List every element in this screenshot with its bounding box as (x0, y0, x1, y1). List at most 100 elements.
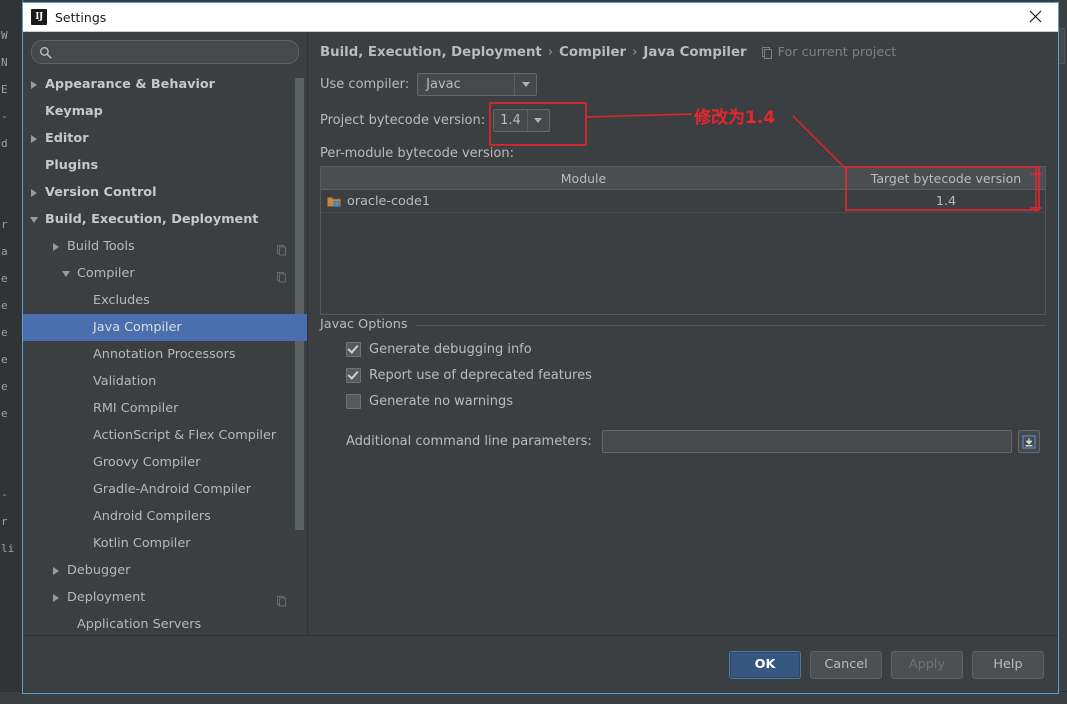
checkbox-report-use-of-deprecated-features[interactable] (346, 367, 361, 383)
breadcrumb-part-0[interactable]: Build, Execution, Deployment (320, 45, 542, 60)
chevron-right-icon[interactable] (51, 592, 62, 603)
checkbox-generate-debugging-info[interactable] (346, 341, 361, 357)
checkbox-row[interactable]: Generate debugging info (346, 336, 1046, 362)
sidebar-item-version-control[interactable]: Version Control (23, 179, 307, 206)
cell-target-bytecode[interactable]: 1.4 (847, 190, 1045, 212)
sidebar-item-annotation-processors[interactable]: Annotation Processors (23, 341, 307, 368)
sidebar-item-label: Gradle-Android Compiler (93, 482, 252, 497)
sidebar-item-validation[interactable]: Validation (23, 368, 307, 395)
cell-target-bytecode-label: 1.4 (935, 193, 957, 209)
sidebar-item-label: Version Control (45, 185, 157, 200)
sidebar-item-plugins[interactable]: Plugins (23, 152, 307, 179)
copy-settings-icon[interactable] (277, 241, 287, 256)
search-input[interactable] (57, 43, 298, 61)
sidebar-item-label: Groovy Compiler (93, 455, 201, 470)
sidebar-item-editor[interactable]: Editor (23, 125, 307, 152)
javac-checkbox-list: Generate debugging info Report use of dep… (346, 336, 1046, 414)
breadcrumb-part-1[interactable]: Compiler (559, 45, 626, 60)
sidebar-item-label: Appearance & Behavior (45, 77, 215, 92)
dialog-footer: OK Cancel Apply Help (23, 635, 1058, 693)
javac-options-title: Javac Options (320, 317, 415, 332)
chevron-right-icon[interactable] (29, 133, 40, 144)
sidebar-item-label: Java Compiler (93, 320, 182, 335)
sidebar-item-build-tools[interactable]: Build Tools (23, 233, 307, 260)
column-header-module[interactable]: Module (321, 167, 847, 189)
sidebar-item-groovy-compiler[interactable]: Groovy Compiler (23, 449, 307, 476)
sidebar-item-label: Plugins (45, 158, 99, 173)
dialog-body: Appearance & Behavior Keymap Editor Plugins… (23, 32, 1058, 635)
project-bytecode-row: Project bytecode version: 1.4 (320, 109, 1046, 132)
expand-editor-icon[interactable] (1017, 430, 1040, 453)
javac-options-body: Generate debugging info Report use of dep… (320, 326, 1046, 453)
chevron-down-icon[interactable] (526, 110, 549, 131)
help-button[interactable]: Help (972, 650, 1044, 679)
project-bytecode-label: Project bytecode version: (320, 113, 486, 128)
project-bytecode-dropdown[interactable]: 1.4 (493, 109, 550, 132)
search-box[interactable] (31, 40, 299, 64)
sidebar-item-label: Keymap (45, 104, 103, 119)
sidebar-item-rmi-compiler[interactable]: RMI Compiler (23, 395, 307, 422)
sidebar-item-label: Debugger (67, 563, 131, 578)
cell-module-label: oracle-code1 (347, 193, 431, 209)
chevron-down-icon[interactable] (29, 214, 40, 225)
copy-settings-icon[interactable] (277, 268, 287, 283)
sidebar-item-label: RMI Compiler (93, 401, 179, 416)
use-compiler-dropdown[interactable]: Javac (417, 73, 538, 96)
cell-module[interactable]: oracle-code1 (321, 190, 847, 212)
additional-params-row: Additional command line parameters: (346, 430, 1046, 453)
close-icon[interactable] (1012, 3, 1058, 30)
chevron-right-icon[interactable] (29, 187, 40, 198)
sidebar-item-deployment[interactable]: Deployment (23, 584, 307, 611)
ok-button[interactable]: OK (729, 650, 801, 679)
additional-params-input[interactable] (601, 430, 1012, 453)
settings-tree[interactable]: Appearance & Behavior Keymap Editor Plugins… (23, 68, 307, 635)
checkbox-generate-no-warnings[interactable] (346, 393, 361, 409)
additional-params-label: Additional command line parameters: (346, 434, 592, 449)
chevron-down-icon[interactable] (514, 74, 536, 95)
sidebar-item-build-execution-deployment[interactable]: Build, Execution, Deployment (23, 206, 307, 233)
breadcrumb-part-2[interactable]: Java Compiler (643, 45, 746, 60)
checkbox-row[interactable]: Generate no warnings (346, 388, 1046, 414)
sidebar-item-label: Annotation Processors (93, 347, 236, 362)
background-left-glyphs: W N E - d r a e e e e e e - r li (1, 29, 15, 555)
sidebar-item-debugger[interactable]: Debugger (23, 557, 307, 584)
dialog-titlebar: IJ Settings (23, 3, 1058, 32)
chevron-right-icon[interactable] (29, 79, 40, 90)
sidebar-item-gradle-android-compiler[interactable]: Gradle-Android Compiler (23, 476, 307, 503)
sidebar-item-label: Editor (45, 131, 89, 146)
chevron-down-icon[interactable] (61, 268, 72, 279)
cancel-button[interactable]: Cancel (810, 650, 882, 679)
sidebar-item-excludes[interactable]: Excludes (23, 287, 307, 314)
chevron-right-icon[interactable] (51, 241, 62, 252)
sidebar-item-label: Excludes (93, 293, 150, 308)
checkbox-row[interactable]: Report use of deprecated features (346, 362, 1046, 388)
sidebar-item-label: Kotlin Compiler (93, 536, 191, 551)
table-body: oracle-code1 1.4 (321, 190, 1045, 213)
sidebar-item-keymap[interactable]: Keymap (23, 98, 307, 125)
sidebar-search-wrap (23, 32, 307, 68)
sidebar-item-actionscript-flex-compiler[interactable]: ActionScript & Flex Compiler (23, 422, 307, 449)
annotation-text: 修改为1.4 (694, 108, 776, 128)
project-bytecode-value: 1.4 (500, 113, 521, 128)
sidebar-item-java-compiler[interactable]: Java Compiler (23, 314, 307, 341)
sidebar-item-android-compilers[interactable]: Android Compilers (23, 503, 307, 530)
sidebar-item-label: ActionScript & Flex Compiler (93, 428, 277, 443)
copy-settings-icon[interactable] (277, 592, 287, 607)
sidebar-item-label: Application Servers (77, 617, 202, 632)
table-row[interactable]: oracle-code1 1.4 (321, 190, 1045, 213)
sidebar-item-application-servers[interactable]: Application Servers (23, 611, 307, 635)
chevron-right-icon[interactable] (51, 565, 62, 576)
sidebar-item-appearance-behavior[interactable]: Appearance & Behavior (23, 71, 307, 98)
sidebar-item-compiler[interactable]: Compiler (23, 260, 307, 287)
column-header-target-bytecode[interactable]: Target bytecode version (847, 167, 1045, 189)
settings-sidebar: Appearance & Behavior Keymap Editor Plugins… (23, 32, 308, 635)
sidebar-item-kotlin-compiler[interactable]: Kotlin Compiler (23, 530, 307, 557)
sidebar-item-label: Build Tools (67, 239, 135, 254)
per-module-table[interactable]: Module Target bytecode version oracle-co… (320, 166, 1046, 315)
dialog-title: Settings (55, 9, 107, 25)
breadcrumb: Build, Execution, Deployment › Compiler … (320, 45, 1046, 60)
